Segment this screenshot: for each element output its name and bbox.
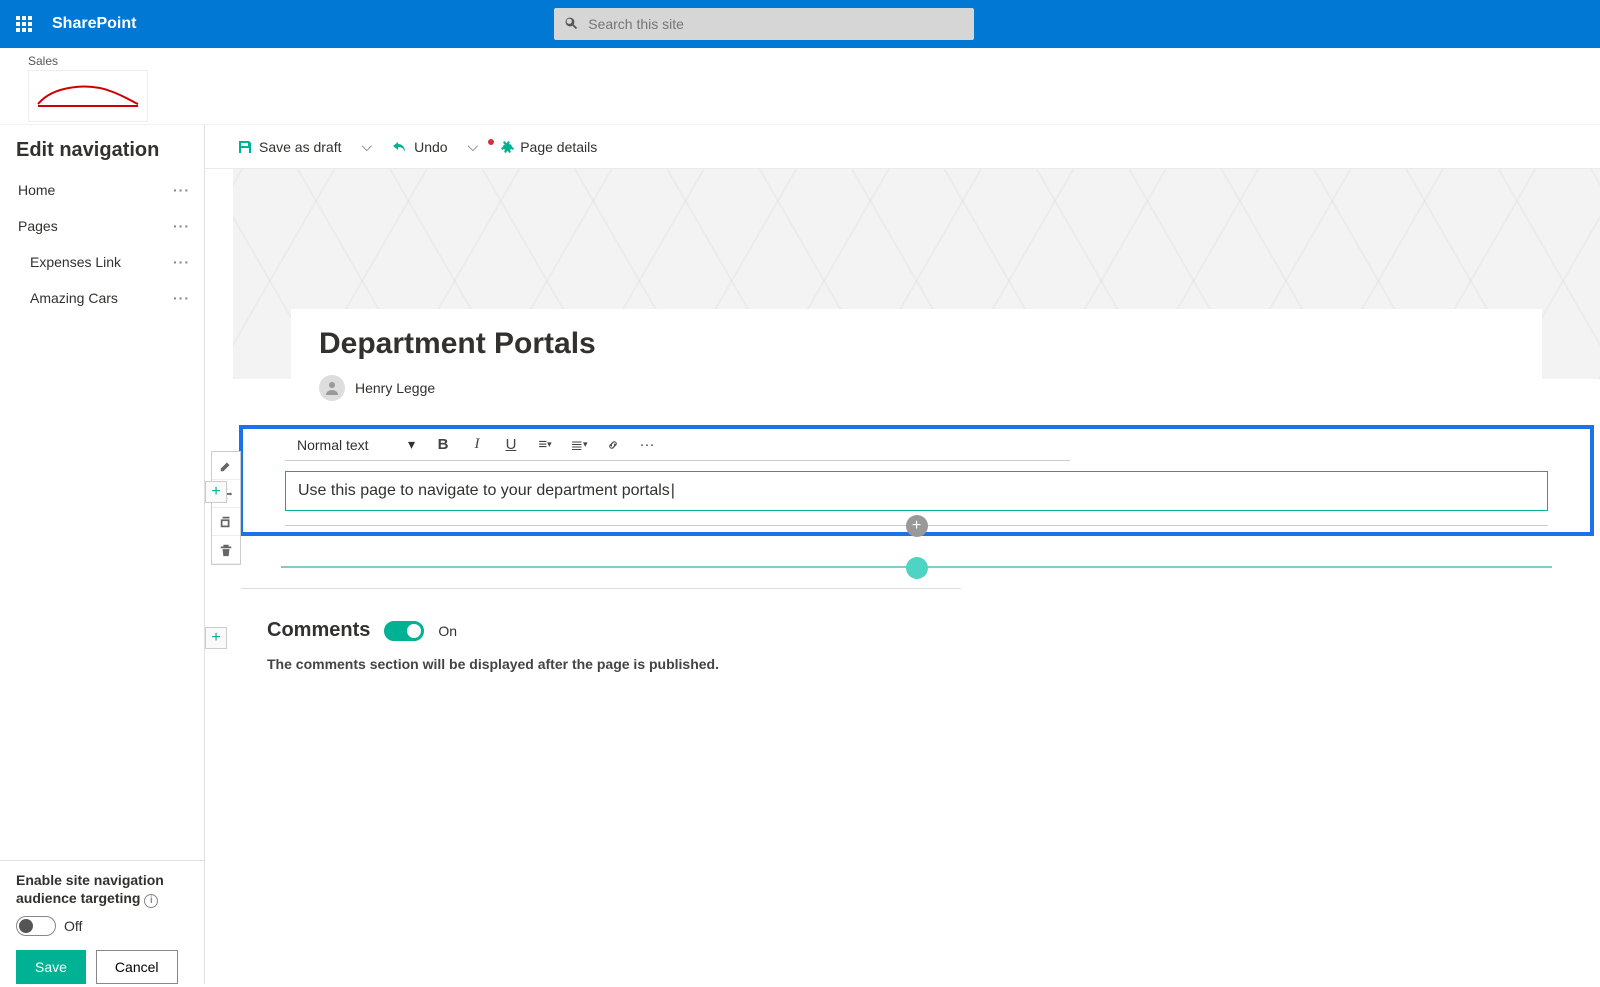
undo-button[interactable]: Undo — [384, 135, 455, 159]
more-icon[interactable]: ··· — [173, 290, 190, 306]
link-button[interactable] — [601, 433, 625, 457]
cmd-label: Page details — [520, 139, 597, 155]
chevron-down-icon[interactable]: ⌵ — [358, 138, 377, 155]
product-brand[interactable]: SharePoint — [52, 15, 136, 33]
more-options-button[interactable]: ··· — [635, 433, 659, 457]
page-canvas: Save as draft ⌵ Undo ⌵ Page details Depa… — [205, 125, 1600, 984]
text-webpart-selected[interactable]: Normal text ▾ B I U ≡▾ ≣▾ ··· Use this p… — [239, 425, 1594, 536]
command-bar: Save as draft ⌵ Undo ⌵ Page details — [205, 125, 1600, 169]
search-box[interactable] — [554, 8, 974, 40]
edit-navigation-panel: Edit navigation Home ··· Pages ··· Expen… — [0, 125, 205, 984]
add-webpart-button[interactable]: + — [906, 515, 928, 537]
info-icon[interactable]: i — [144, 894, 158, 908]
rich-text-toolbar: Normal text ▾ B I U ≡▾ ≣▾ ··· — [285, 429, 1070, 461]
toggle-state-label: On — [438, 623, 457, 639]
chevron-down-icon: ▾ — [408, 436, 415, 453]
nav-item-pages[interactable]: Pages ··· — [0, 208, 204, 244]
search-input[interactable] — [588, 16, 964, 32]
nav-item-label: Pages — [18, 218, 58, 234]
page-title[interactable]: Department Portals — [319, 327, 1514, 361]
nav-item-label: Amazing Cars — [30, 290, 118, 306]
comments-title: Comments — [267, 619, 370, 642]
toggle-state-label: Off — [64, 918, 82, 934]
page-details-button[interactable]: Page details — [490, 135, 605, 159]
suite-bar: SharePoint — [0, 0, 1600, 48]
audience-targeting-toggle[interactable] — [16, 916, 56, 936]
text-style-dropdown[interactable]: Normal text ▾ — [291, 432, 421, 458]
nav-item-label: Expenses Link — [30, 254, 121, 270]
save-button[interactable]: Save — [16, 950, 86, 984]
add-section-button[interactable]: + — [205, 627, 227, 649]
comments-note: The comments section will be displayed a… — [267, 656, 967, 672]
cmd-label: Undo — [414, 139, 447, 155]
bold-button[interactable]: B — [431, 433, 455, 457]
delete-webpart-icon[interactable] — [212, 536, 240, 564]
app-launcher-icon[interactable] — [8, 8, 40, 40]
cancel-button[interactable]: Cancel — [96, 950, 178, 984]
cmd-label: Save as draft — [259, 139, 342, 155]
site-name: Sales — [28, 54, 1586, 68]
search-icon — [564, 16, 578, 33]
author-avatar[interactable] — [319, 375, 345, 401]
comments-section: Comments On The comments section will be… — [267, 619, 967, 672]
comments-toggle[interactable] — [384, 621, 424, 641]
site-logo[interactable] — [28, 70, 148, 122]
add-webpart-button[interactable] — [906, 557, 928, 579]
italic-button[interactable]: I — [465, 433, 489, 457]
chevron-down-icon[interactable]: ⌵ — [464, 138, 483, 155]
text-content-input[interactable]: Use this page to navigate to your depart… — [285, 471, 1548, 511]
more-icon[interactable]: ··· — [173, 254, 190, 270]
more-icon[interactable]: ··· — [173, 218, 190, 234]
align-button[interactable]: ≡▾ — [533, 433, 557, 457]
text-style-label: Normal text — [297, 437, 369, 453]
list-button[interactable]: ≣▾ — [567, 433, 591, 457]
nav-item-label: Home — [18, 182, 55, 198]
more-icon[interactable]: ··· — [173, 182, 190, 198]
nav-item-amazing-cars[interactable]: Amazing Cars ··· — [0, 280, 204, 316]
edit-webpart-icon[interactable] — [212, 452, 240, 480]
add-section-button[interactable]: + — [205, 481, 227, 503]
underline-button[interactable]: U — [499, 433, 523, 457]
nav-list: Home ··· Pages ··· Expenses Link ··· Ama… — [0, 172, 204, 860]
save-as-draft-button[interactable]: Save as draft — [229, 135, 350, 159]
nav-item-home[interactable]: Home ··· — [0, 172, 204, 208]
audience-targeting-label: Enable site navigation audience targetin… — [16, 871, 188, 908]
panel-title: Edit navigation — [0, 125, 204, 172]
nav-item-expenses-link[interactable]: Expenses Link ··· — [0, 244, 204, 280]
duplicate-webpart-icon[interactable] — [212, 508, 240, 536]
author-name[interactable]: Henry Legge — [355, 380, 435, 396]
notification-dot-icon — [488, 139, 494, 145]
site-header: Sales — [0, 48, 1600, 125]
